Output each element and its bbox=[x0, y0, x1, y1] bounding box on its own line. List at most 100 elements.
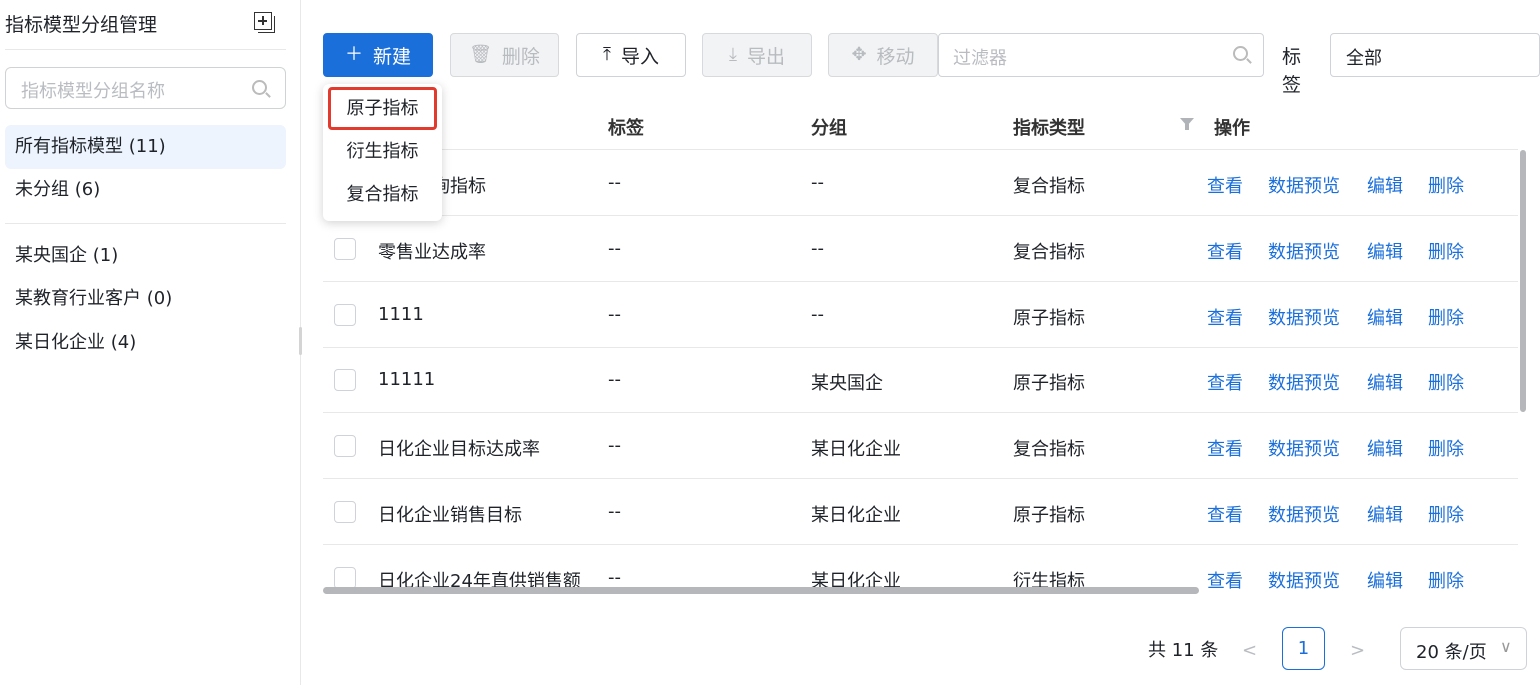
sidebar-item-group[interactable]: 某央国企 (1) bbox=[5, 234, 286, 278]
header-group: 分组 bbox=[811, 118, 847, 139]
table-row: 零售业达成率 -- -- 复合指标 查看 数据预览 编辑 删除 bbox=[323, 216, 1518, 282]
table-header: 名称 标签 分组 指标类型 操作 bbox=[323, 101, 1518, 150]
sidebar-title: 指标模型分组管理 bbox=[5, 14, 158, 36]
cell-tag: -- bbox=[608, 567, 621, 588]
preview-link[interactable]: 数据预览 bbox=[1268, 369, 1340, 395]
move-icon: ✥ bbox=[851, 44, 867, 65]
plus-icon: ＋ bbox=[344, 44, 363, 65]
delete-link[interactable]: 删除 bbox=[1428, 369, 1464, 395]
table-row: 日化企业24年直供销售额 -- 某日化企业 衍生指标 查看 数据预览 编辑 删除 bbox=[323, 545, 1518, 590]
trash-icon: 🗑 bbox=[469, 44, 492, 65]
search-icon bbox=[252, 80, 267, 95]
menu-item-derived[interactable]: 衍生指标 bbox=[323, 134, 442, 170]
delete-link[interactable]: 删除 bbox=[1428, 238, 1464, 264]
preview-link[interactable]: 数据预览 bbox=[1268, 435, 1340, 461]
sidebar-item-group[interactable]: 某日化企业 (4) bbox=[5, 321, 286, 365]
preview-link[interactable]: 数据预览 bbox=[1268, 172, 1340, 198]
row-checkbox[interactable] bbox=[334, 238, 356, 260]
view-link[interactable]: 查看 bbox=[1207, 501, 1243, 527]
cell-group: -- bbox=[811, 238, 824, 259]
import-button[interactable]: ⤒ 导入 bbox=[576, 33, 686, 77]
row-checkbox[interactable] bbox=[334, 501, 356, 523]
vertical-scrollbar[interactable] bbox=[1520, 150, 1526, 412]
preview-link[interactable]: 数据预览 bbox=[1268, 501, 1340, 527]
delete-link[interactable]: 删除 bbox=[1428, 567, 1464, 590]
delete-link[interactable]: 删除 bbox=[1428, 501, 1464, 527]
cell-tag: -- bbox=[608, 172, 621, 193]
export-button[interactable]: ⤓ 导出 bbox=[702, 33, 812, 77]
tag-select[interactable]: 全部 bbox=[1330, 33, 1540, 77]
row-checkbox[interactable] bbox=[334, 304, 356, 326]
cell-name: 11111 bbox=[378, 369, 436, 390]
chevron-left-icon[interactable]: < bbox=[1242, 640, 1257, 661]
cell-name: 日化企业目标达成率 bbox=[378, 439, 540, 460]
cell-group: 某日化企业 bbox=[811, 505, 901, 526]
edit-link[interactable]: 编辑 bbox=[1367, 172, 1403, 198]
cell-name: 零售业达成率 bbox=[378, 242, 486, 263]
group-search-input[interactable]: 指标模型分组名称 bbox=[5, 67, 286, 109]
delete-link[interactable]: 删除 bbox=[1428, 304, 1464, 330]
sidebar-item-all[interactable]: 所有指标模型 (11) bbox=[5, 125, 286, 169]
search-icon bbox=[1233, 46, 1248, 61]
sidebar: 指标模型分组管理 指标模型分组名称 所有指标模型 (11) 未分组 (6) 某央… bbox=[0, 0, 301, 685]
page-button-current[interactable]: 1 bbox=[1282, 627, 1325, 670]
delete-link[interactable]: 删除 bbox=[1428, 172, 1464, 198]
move-button[interactable]: ✥ 移动 bbox=[828, 33, 938, 77]
view-link[interactable]: 查看 bbox=[1207, 172, 1243, 198]
cell-group: 某央国企 bbox=[811, 373, 883, 394]
table-row: 1111 -- -- 原子指标 查看 数据预览 编辑 删除 bbox=[323, 282, 1518, 348]
pagination-total: 共 11 条 bbox=[1148, 640, 1219, 661]
download-icon: ⤓ bbox=[729, 44, 737, 65]
edit-link[interactable]: 编辑 bbox=[1367, 501, 1403, 527]
cell-type: 复合指标 bbox=[1013, 242, 1085, 263]
view-link[interactable]: 查看 bbox=[1207, 369, 1243, 395]
filter-placeholder: 过滤器 bbox=[953, 48, 1007, 69]
new-button[interactable]: ＋ 新建 bbox=[323, 33, 433, 77]
chevron-right-icon[interactable]: > bbox=[1350, 640, 1365, 661]
row-checkbox[interactable] bbox=[334, 369, 356, 391]
cell-type: 原子指标 bbox=[1013, 308, 1085, 329]
row-checkbox[interactable] bbox=[334, 567, 356, 589]
upload-icon: ⤒ bbox=[603, 44, 611, 65]
cell-name: 1111 bbox=[378, 304, 424, 325]
preview-link[interactable]: 数据预览 bbox=[1268, 304, 1340, 330]
edit-link[interactable]: 编辑 bbox=[1367, 304, 1403, 330]
preview-link[interactable]: 数据预览 bbox=[1268, 567, 1340, 590]
cell-type: 原子指标 bbox=[1013, 373, 1085, 394]
filter-funnel-icon[interactable] bbox=[1180, 118, 1194, 130]
cell-group: -- bbox=[811, 304, 824, 325]
cell-type: 原子指标 bbox=[1013, 505, 1085, 526]
delete-link[interactable]: 删除 bbox=[1428, 435, 1464, 461]
chevron-down-icon: ∨ bbox=[1500, 637, 1512, 656]
sidebar-item-ungrouped[interactable]: 未分组 (6) bbox=[5, 168, 286, 212]
search-placeholder: 指标模型分组名称 bbox=[21, 81, 165, 102]
delete-button[interactable]: 🗑 删除 bbox=[450, 33, 559, 77]
edit-link[interactable]: 编辑 bbox=[1367, 238, 1403, 264]
sidebar-item-group[interactable]: 某教育行业客户 (0) bbox=[5, 277, 286, 321]
tag-filter-label: 标签 bbox=[1282, 46, 1302, 96]
row-checkbox[interactable] bbox=[334, 435, 356, 457]
view-link[interactable]: 查看 bbox=[1207, 238, 1243, 264]
delete-button-label: 删除 bbox=[501, 45, 540, 68]
edit-link[interactable]: 编辑 bbox=[1367, 369, 1403, 395]
page-size-value: 20 条/页 bbox=[1416, 642, 1487, 663]
table-body: 缺口查询指标 -- -- 复合指标 查看 数据预览 编辑 删除 零售业达成率 -… bbox=[323, 150, 1518, 590]
sidebar-resize-handle[interactable] bbox=[299, 327, 302, 355]
table-row: 日化企业目标达成率 -- 某日化企业 复合指标 查看 数据预览 编辑 删除 bbox=[323, 413, 1518, 479]
cell-group: 某日化企业 bbox=[811, 439, 901, 460]
view-link[interactable]: 查看 bbox=[1207, 435, 1243, 461]
preview-link[interactable]: 数据预览 bbox=[1268, 238, 1340, 264]
horizontal-scrollbar[interactable] bbox=[323, 587, 1199, 594]
table-row: 缺口查询指标 -- -- 复合指标 查看 数据预览 编辑 删除 bbox=[323, 150, 1518, 216]
view-link[interactable]: 查看 bbox=[1207, 304, 1243, 330]
cell-tag: -- bbox=[608, 369, 621, 390]
menu-item-composite[interactable]: 复合指标 bbox=[323, 177, 442, 213]
edit-link[interactable]: 编辑 bbox=[1367, 567, 1403, 590]
table-row: 日化企业销售目标 -- 某日化企业 原子指标 查看 数据预览 编辑 删除 bbox=[323, 479, 1518, 545]
view-link[interactable]: 查看 bbox=[1207, 567, 1243, 590]
filter-input[interactable]: 过滤器 bbox=[938, 33, 1264, 77]
highlight-box bbox=[328, 87, 437, 130]
edit-link[interactable]: 编辑 bbox=[1367, 435, 1403, 461]
page-size-select[interactable]: 20 条/页 ∨ bbox=[1400, 627, 1527, 670]
new-button-label: 新建 bbox=[372, 45, 411, 68]
